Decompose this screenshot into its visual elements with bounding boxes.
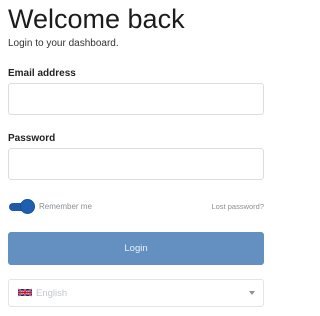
password-field[interactable] [8,148,264,180]
language-selected-label: English [36,288,68,299]
lost-password-link[interactable]: Lost password? [211,202,264,212]
login-button[interactable]: Login [8,232,264,265]
login-page: Welcome back Login to your dashboard. Em… [0,0,271,316]
page-subtitle: Login to your dashboard. [8,38,119,49]
email-field[interactable] [8,83,264,115]
remember-me-toggle[interactable] [9,200,34,213]
page-title: Welcome back [8,4,185,34]
chevron-down-icon [249,291,255,295]
toggle-knob [21,200,34,213]
remember-me-label[interactable]: Remember me [39,202,92,212]
email-label: Email address [8,68,76,79]
uk-flag-icon [18,288,32,297]
password-label: Password [8,133,56,144]
language-select[interactable]: English [8,279,264,307]
